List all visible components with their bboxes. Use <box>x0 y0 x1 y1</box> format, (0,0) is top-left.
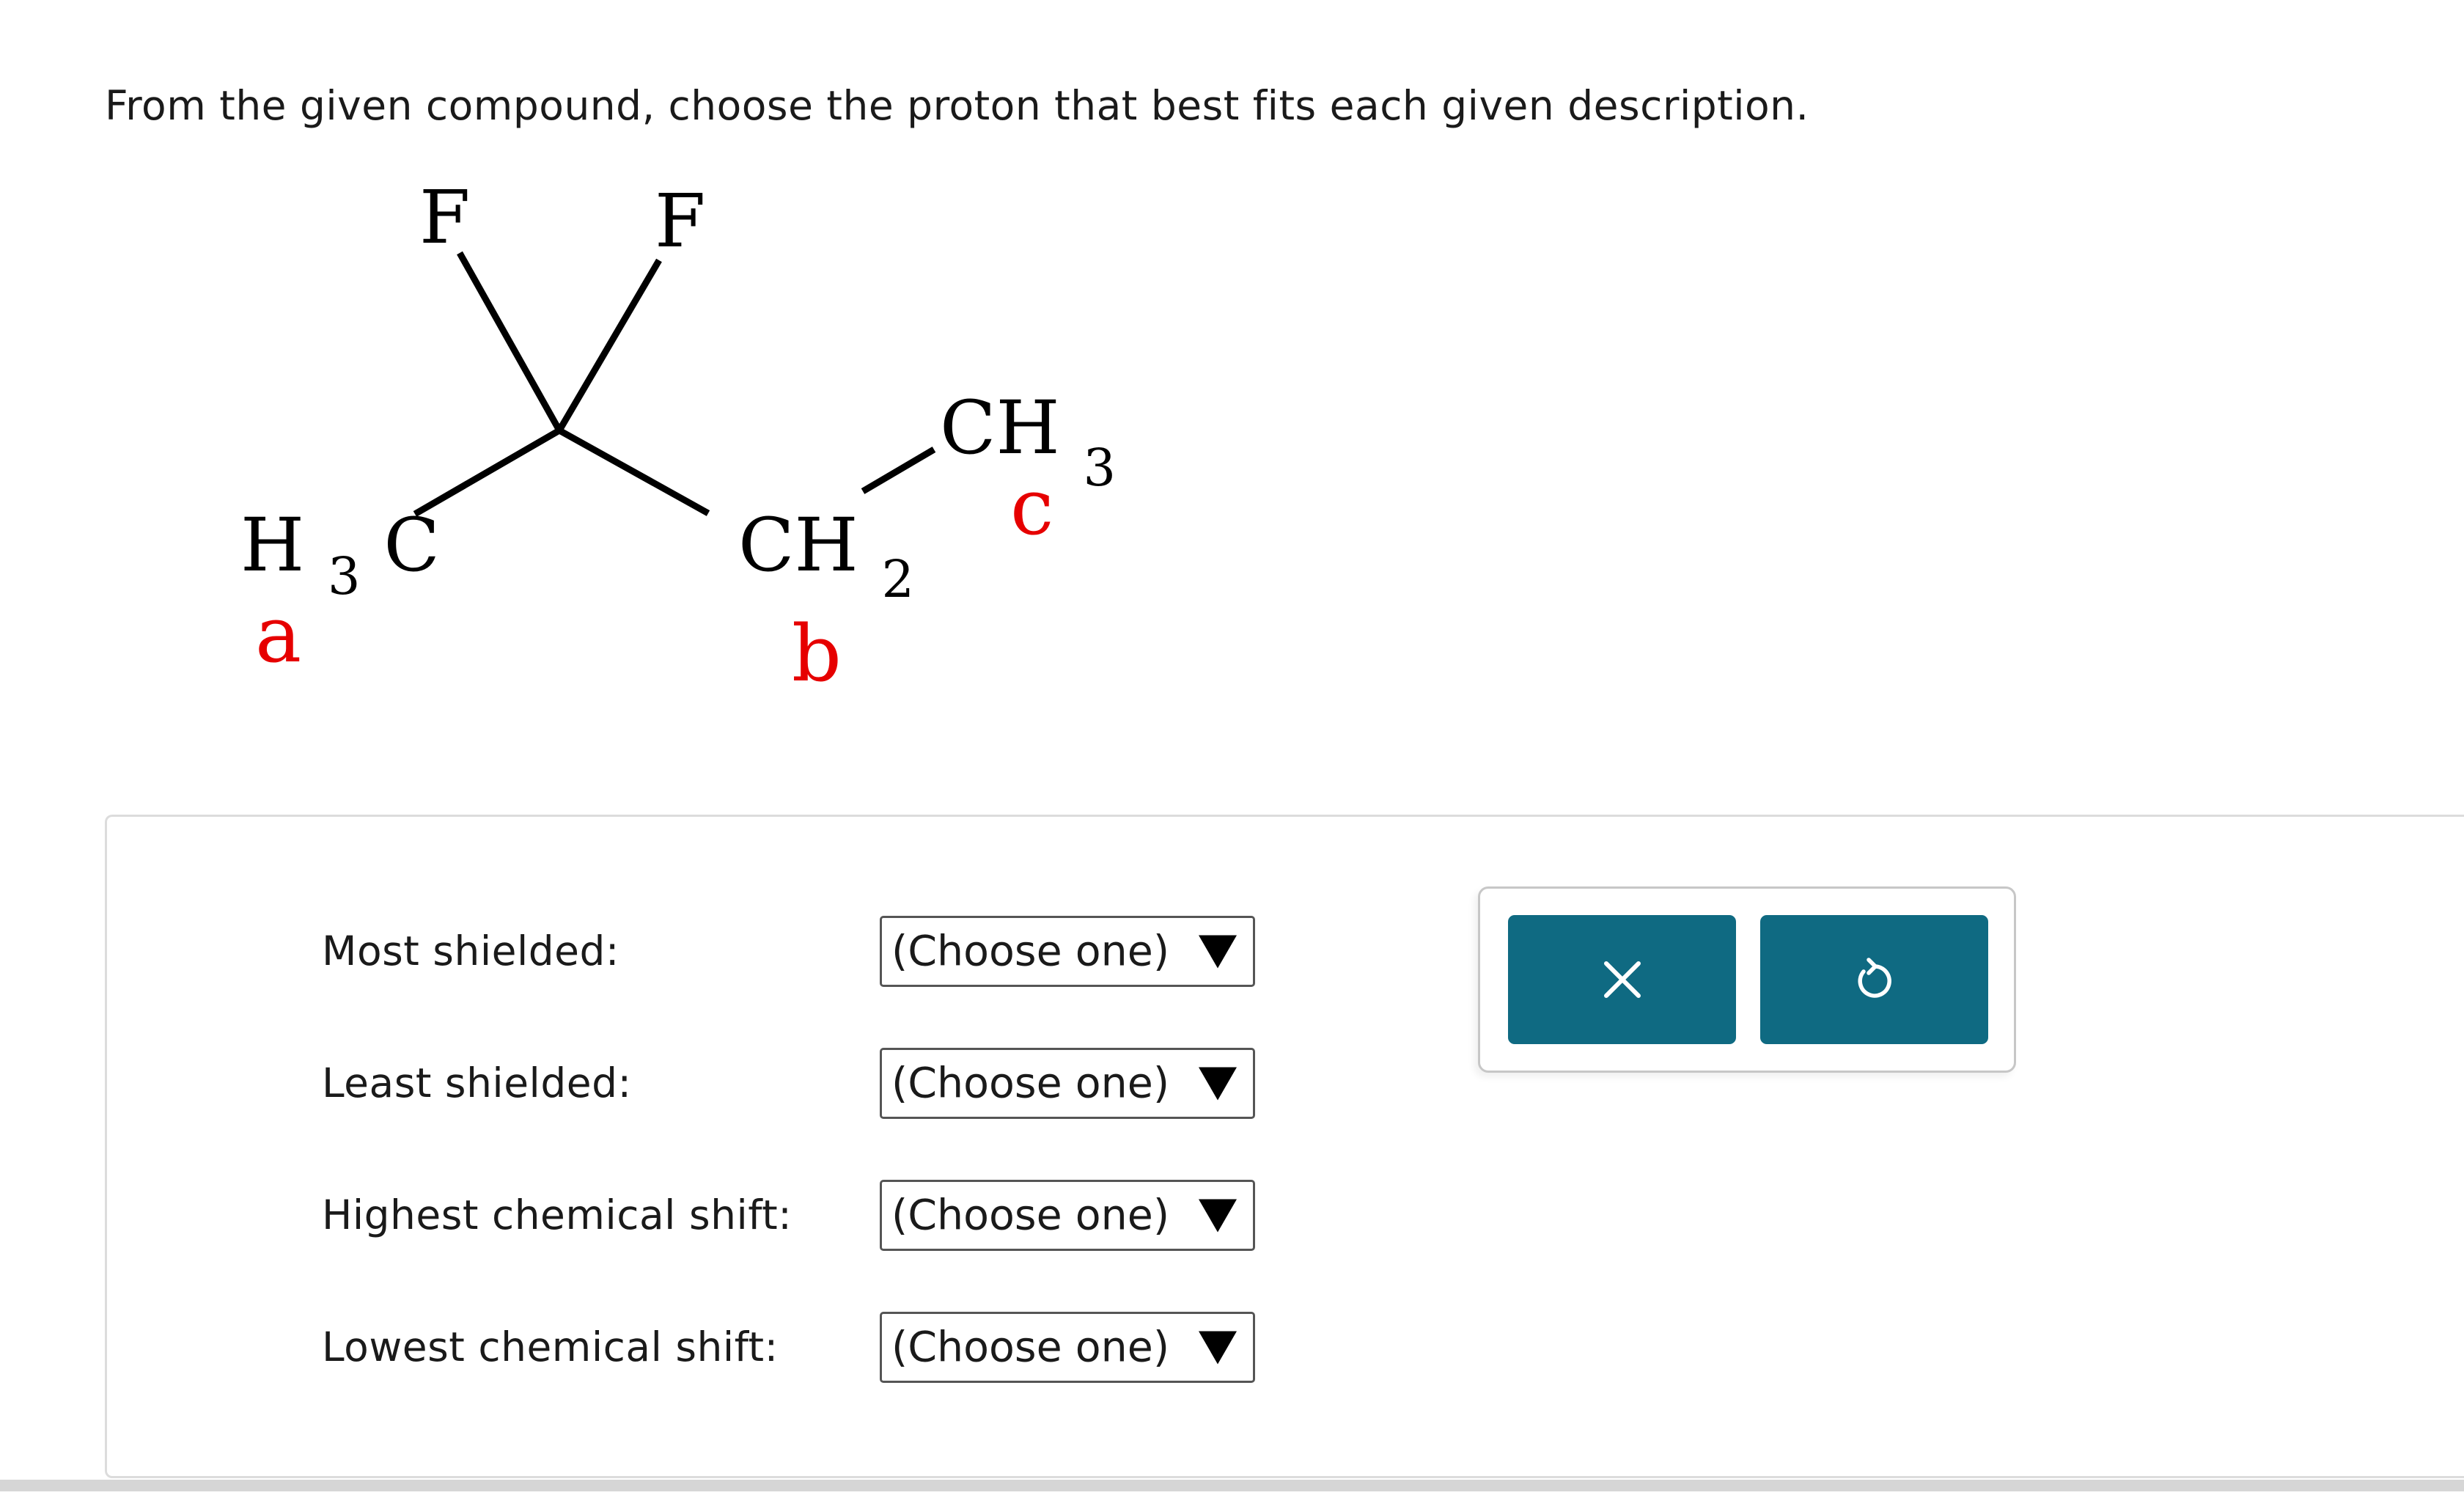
bond-c-f-right <box>556 258 662 433</box>
answer-tools <box>1478 886 2016 1073</box>
methylene-b-ch: CH <box>738 502 858 588</box>
molecule-structure: F F H 3 C CH 2 CH 3 a b c <box>240 175 1117 699</box>
methylene-b-formula: CH 2 <box>738 502 914 609</box>
lowest-shift-select-value: (Choose one) <box>891 1323 1170 1371</box>
proton-label-c: c <box>1010 462 1053 552</box>
methyl-a-c: C <box>383 502 440 588</box>
undo-button[interactable] <box>1760 915 1988 1044</box>
lowest-shift-select[interactable]: (Choose one) <box>880 1312 1255 1383</box>
undo-icon <box>1857 958 1891 998</box>
proton-label-b: b <box>792 609 842 699</box>
fluorine-left-label: F <box>419 175 470 260</box>
dropdown-arrow-icon <box>1199 1067 1237 1100</box>
highest-shift-label: Highest chemical shift: <box>322 1192 792 1238</box>
methyl-a-h: H <box>240 502 304 588</box>
highest-shift-select-value: (Choose one) <box>891 1191 1170 1239</box>
least-shielded-label: Least shielded: <box>322 1060 632 1106</box>
methyl-c-sub: 3 <box>1084 438 1117 498</box>
methylene-b-sub: 2 <box>882 549 915 609</box>
methyl-c-ch: CH <box>940 385 1060 471</box>
least-shielded-select[interactable]: (Choose one) <box>880 1048 1255 1119</box>
answer-panel <box>105 815 2464 1478</box>
most-shielded-select[interactable]: (Choose one) <box>880 916 1255 987</box>
most-shielded-select-value: (Choose one) <box>891 927 1170 975</box>
close-icon <box>1603 961 1641 998</box>
bond-c-f-left <box>457 251 562 433</box>
dropdown-arrow-icon <box>1199 1331 1237 1364</box>
highest-shift-select[interactable]: (Choose one) <box>880 1180 1255 1251</box>
dropdown-arrow-icon <box>1199 935 1237 968</box>
proton-label-a: a <box>255 590 301 680</box>
fluorine-right-label: F <box>655 178 705 264</box>
bond-c-ch3-left <box>413 427 562 517</box>
bond-c-ch2 <box>557 427 710 516</box>
bond-ch2-ch3 <box>861 447 936 494</box>
least-shielded-select-value: (Choose one) <box>891 1059 1170 1107</box>
methyl-a-sub: 3 <box>328 546 361 606</box>
most-shielded-label: Most shielded: <box>322 928 619 974</box>
clear-button[interactable] <box>1508 915 1736 1044</box>
lowest-shift-label: Lowest chemical shift: <box>322 1323 779 1370</box>
dropdown-arrow-icon <box>1199 1199 1237 1232</box>
bottom-scrollbar <box>0 1480 2464 1491</box>
